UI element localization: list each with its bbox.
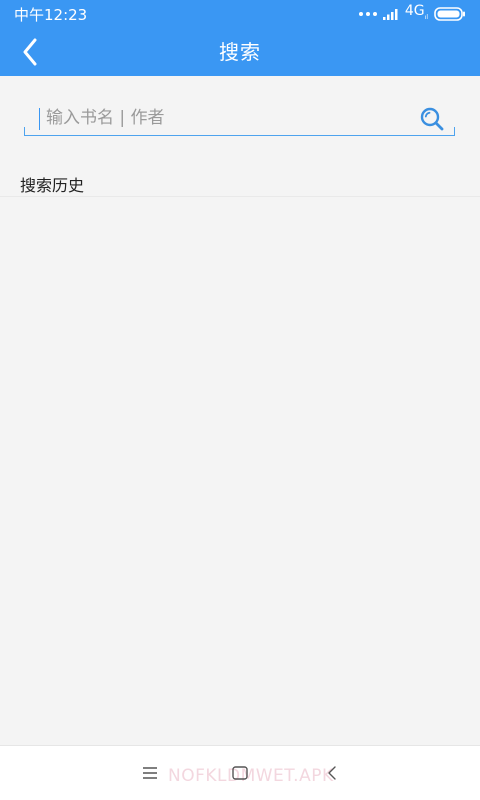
back-icon[interactable] [320,761,344,785]
search-history-title: 搜索历史 [20,176,85,195]
system-nav-bar: NOFKLDMWET.APK [0,745,480,800]
search-underline [24,127,455,136]
notification-dots-icon [358,12,377,16]
network-type: 4Gıl [404,2,428,21]
divider [0,196,480,197]
menu-icon[interactable] [138,761,162,785]
status-bar: 中午12:23 4Gıl [0,0,480,28]
home-icon[interactable] [228,761,252,785]
status-icons: 4Gıl [358,2,466,23]
network-activity: ıl [424,13,428,21]
search-box [24,100,455,136]
status-time: 中午12:23 [14,6,88,24]
battery-icon [434,7,465,21]
page-title: 搜索 [219,40,261,64]
app-bar: 搜索 [0,28,480,76]
signal-icon [382,9,398,20]
